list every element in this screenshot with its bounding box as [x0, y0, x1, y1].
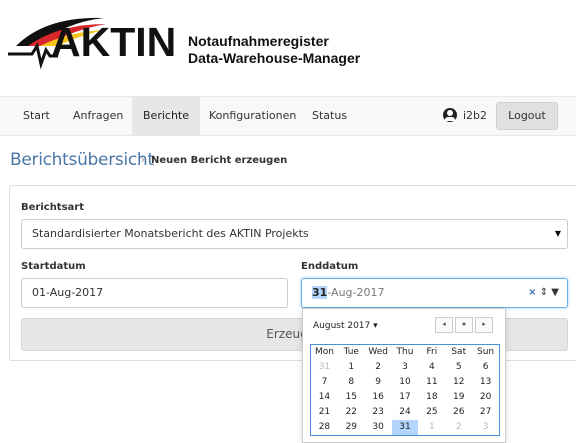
- nav-item-status[interactable]: Status: [301, 97, 358, 135]
- calendar-day[interactable]: 17: [392, 390, 419, 405]
- nav-item-berichte[interactable]: Berichte: [132, 97, 200, 135]
- app-title-line1: Notaufnahmeregister: [188, 33, 329, 49]
- weekday-tue: Tue: [343, 347, 359, 357]
- end-date-input[interactable]: 31-Aug-2017 × ⇕ ▼: [301, 278, 568, 308]
- calendar-day[interactable]: 12: [445, 375, 472, 390]
- weekday-thu: Thu: [396, 347, 414, 357]
- next-month-icon[interactable]: ▸: [475, 317, 493, 333]
- clear-icon[interactable]: ×: [528, 287, 536, 298]
- header: AKTIN Notaufnahmeregister Data-Warehouse…: [0, 0, 576, 95]
- breadcrumb-separator: ›: [141, 154, 145, 166]
- calendar-day[interactable]: 14: [311, 390, 338, 405]
- logo-wordmark: AKTIN: [51, 19, 177, 65]
- calendar-day[interactable]: 5: [445, 360, 472, 375]
- calendar-day[interactable]: 24: [392, 405, 419, 420]
- weekday-header: Mon Tue Wed Thu Fri Sat Sun: [311, 345, 499, 360]
- calendar-week: 31 1 2 3 4 5 6: [311, 360, 499, 375]
- calendar-day[interactable]: 4: [418, 360, 445, 375]
- report-type-label: Berichtsart: [21, 202, 85, 213]
- calendar-day[interactable]: 29: [338, 420, 365, 435]
- calendar-day[interactable]: 20: [472, 390, 499, 405]
- report-type-select[interactable]: Standardisierter Monatsbericht des AKTIN…: [21, 219, 568, 249]
- month-select[interactable]: August 2017 ▾: [313, 321, 378, 331]
- calendar-day[interactable]: 13: [472, 375, 499, 390]
- user-icon: [443, 108, 457, 122]
- start-date-input[interactable]: 01-Aug-2017: [21, 278, 288, 308]
- calendar-week: 21 22 23 24 25 26 27: [311, 405, 499, 420]
- weekday-wed: Wed: [368, 347, 388, 357]
- calendar-day[interactable]: 1: [338, 360, 365, 375]
- app-title: Notaufnahmeregister Data-Warehouse-Manag…: [188, 33, 360, 67]
- weekday-sun: Sun: [477, 347, 495, 357]
- calendar-day[interactable]: 31: [311, 360, 338, 375]
- nav-item-konfigurationen[interactable]: Konfigurationen: [198, 97, 307, 135]
- report-type-value: Standardisierter Monatsbericht des AKTIN…: [32, 227, 309, 240]
- calendar-day-selected[interactable]: 31: [391, 420, 419, 435]
- weekday-mon: Mon: [314, 347, 334, 357]
- calendar-dropdown-icon[interactable]: ▼: [551, 287, 559, 298]
- calendar-day[interactable]: 15: [338, 390, 365, 405]
- calendar-day[interactable]: 18: [418, 390, 445, 405]
- calendar-day[interactable]: 25: [418, 405, 445, 420]
- calendar-grid: Mon Tue Wed Thu Fri Sat Sun 31 1 2 3 4 5…: [310, 344, 500, 436]
- nav-item-anfragen[interactable]: Anfragen: [62, 97, 134, 135]
- calendar-day[interactable]: 19: [445, 390, 472, 405]
- calendar-day[interactable]: 26: [445, 405, 472, 420]
- spinner-icon[interactable]: ⇕: [540, 287, 548, 298]
- user-name: i2b2: [463, 109, 488, 122]
- nav-item-start[interactable]: Start: [12, 97, 61, 135]
- breadcrumb-reports-overview[interactable]: Berichtsübersicht: [10, 150, 154, 170]
- calendar-week: 28 29 30 31 1 2 3: [311, 420, 499, 435]
- date-controls: × ⇕ ▼: [528, 279, 559, 307]
- dropdown-arrow-icon: ▼: [554, 229, 561, 238]
- calendar-week: 7 8 9 10 11 12 13: [311, 375, 499, 390]
- end-date-rest: -Aug-2017: [327, 286, 385, 299]
- start-date-label: Startdatum: [21, 261, 86, 272]
- app-title-line2: Data-Warehouse-Manager: [188, 50, 361, 66]
- weekday-fri: Fri: [426, 347, 438, 357]
- calendar-day[interactable]: 2: [445, 420, 472, 435]
- navbar: Start Anfragen Berichte Konfigurationen …: [0, 96, 576, 136]
- calendar-nav: ◂ ● ▸: [435, 317, 493, 333]
- date-picker-popup: August 2017 ▾ ◂ ● ▸ Mon Tue Wed Thu Fri …: [302, 308, 506, 443]
- calendar-day[interactable]: 9: [365, 375, 392, 390]
- today-icon[interactable]: ●: [455, 317, 473, 333]
- calendar-day[interactable]: 21: [311, 405, 338, 420]
- calendar-day[interactable]: 16: [365, 390, 392, 405]
- calendar-day[interactable]: 3: [472, 420, 499, 435]
- calendar-week: 14 15 16 17 18 19 20: [311, 390, 499, 405]
- calendar-day[interactable]: 11: [418, 375, 445, 390]
- calendar-day[interactable]: 27: [472, 405, 499, 420]
- calendar-day[interactable]: 1: [418, 420, 445, 435]
- end-date-label: Enddatum: [301, 261, 359, 272]
- calendar-day[interactable]: 2: [365, 360, 392, 375]
- calendar-day[interactable]: 8: [338, 375, 365, 390]
- calendar-day[interactable]: 30: [365, 420, 392, 435]
- logout-button[interactable]: Logout: [496, 102, 558, 130]
- calendar-day[interactable]: 23: [365, 405, 392, 420]
- breadcrumb-current: Neuen Bericht erzeugen: [151, 155, 288, 166]
- end-date-day-segment[interactable]: 31: [312, 286, 328, 299]
- calendar-day[interactable]: 7: [311, 375, 338, 390]
- weekday-sat: Sat: [451, 347, 467, 357]
- calendar-day[interactable]: 28: [311, 420, 338, 435]
- prev-month-icon[interactable]: ◂: [435, 317, 453, 333]
- calendar-day[interactable]: 6: [472, 360, 499, 375]
- calendar-day[interactable]: 10: [392, 375, 419, 390]
- calendar-day[interactable]: 22: [338, 405, 365, 420]
- calendar-day[interactable]: 3: [392, 360, 419, 375]
